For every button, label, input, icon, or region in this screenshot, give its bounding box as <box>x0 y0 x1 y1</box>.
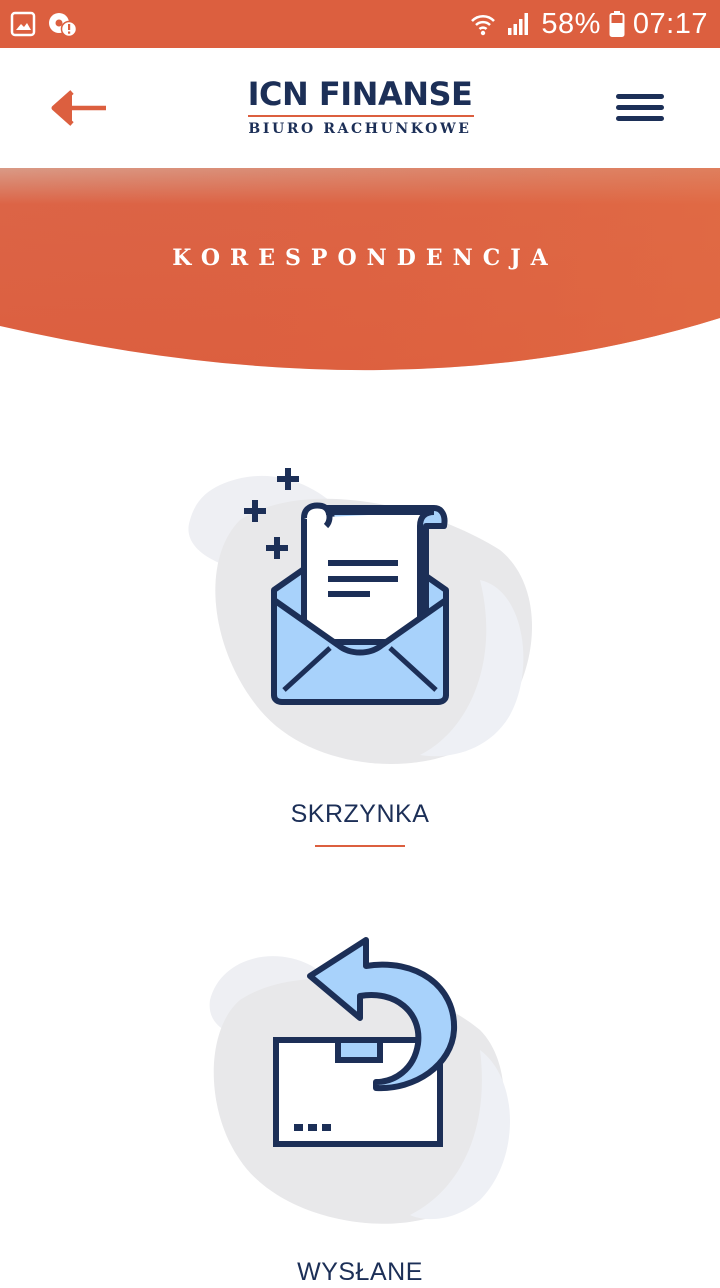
menu-item-inbox[interactable]: SKRZYNKA <box>0 460 720 860</box>
back-button[interactable] <box>48 82 112 134</box>
sent-box-arrow-icon <box>209 937 510 1224</box>
menu-item-sent-label: WYSŁANE <box>297 1258 423 1286</box>
logo: ICN FINANSE BIURO RACHUNKOWE <box>236 74 484 144</box>
hamburger-menu-icon <box>616 94 664 121</box>
status-notifications <box>10 10 78 38</box>
status-bar: 58% 07:17 <box>0 0 720 48</box>
page-banner: KORESPONDENCJA <box>0 168 720 378</box>
app-header: ICN FINANSE BIURO RACHUNKOWE <box>0 48 720 168</box>
status-system: 58% 07:17 <box>469 0 708 48</box>
logo-title: ICN FINANSE <box>247 75 473 113</box>
page-title: KORESPONDENCJA <box>172 245 558 271</box>
logo-subtitle: BIURO RACHUNKOWE <box>248 121 472 137</box>
clock: 07:17 <box>632 7 708 40</box>
menu-button[interactable] <box>610 86 670 130</box>
sync-alert-icon <box>48 10 78 38</box>
wifi-icon <box>469 10 497 38</box>
signal-icon <box>505 10 533 38</box>
gallery-notification-icon <box>10 11 36 37</box>
logo-divider <box>248 115 474 117</box>
battery-percentage: 58% <box>541 7 601 40</box>
open-envelope-letter-icon <box>188 468 533 764</box>
menu-item-inbox-label: SKRZYNKA <box>290 800 430 828</box>
battery-icon <box>609 10 625 38</box>
arrow-left-icon <box>51 90 106 126</box>
banner-background <box>0 168 720 371</box>
menu-item-inbox-underline <box>315 845 405 847</box>
menu-item-sent[interactable]: WYSŁANE <box>0 920 720 1286</box>
